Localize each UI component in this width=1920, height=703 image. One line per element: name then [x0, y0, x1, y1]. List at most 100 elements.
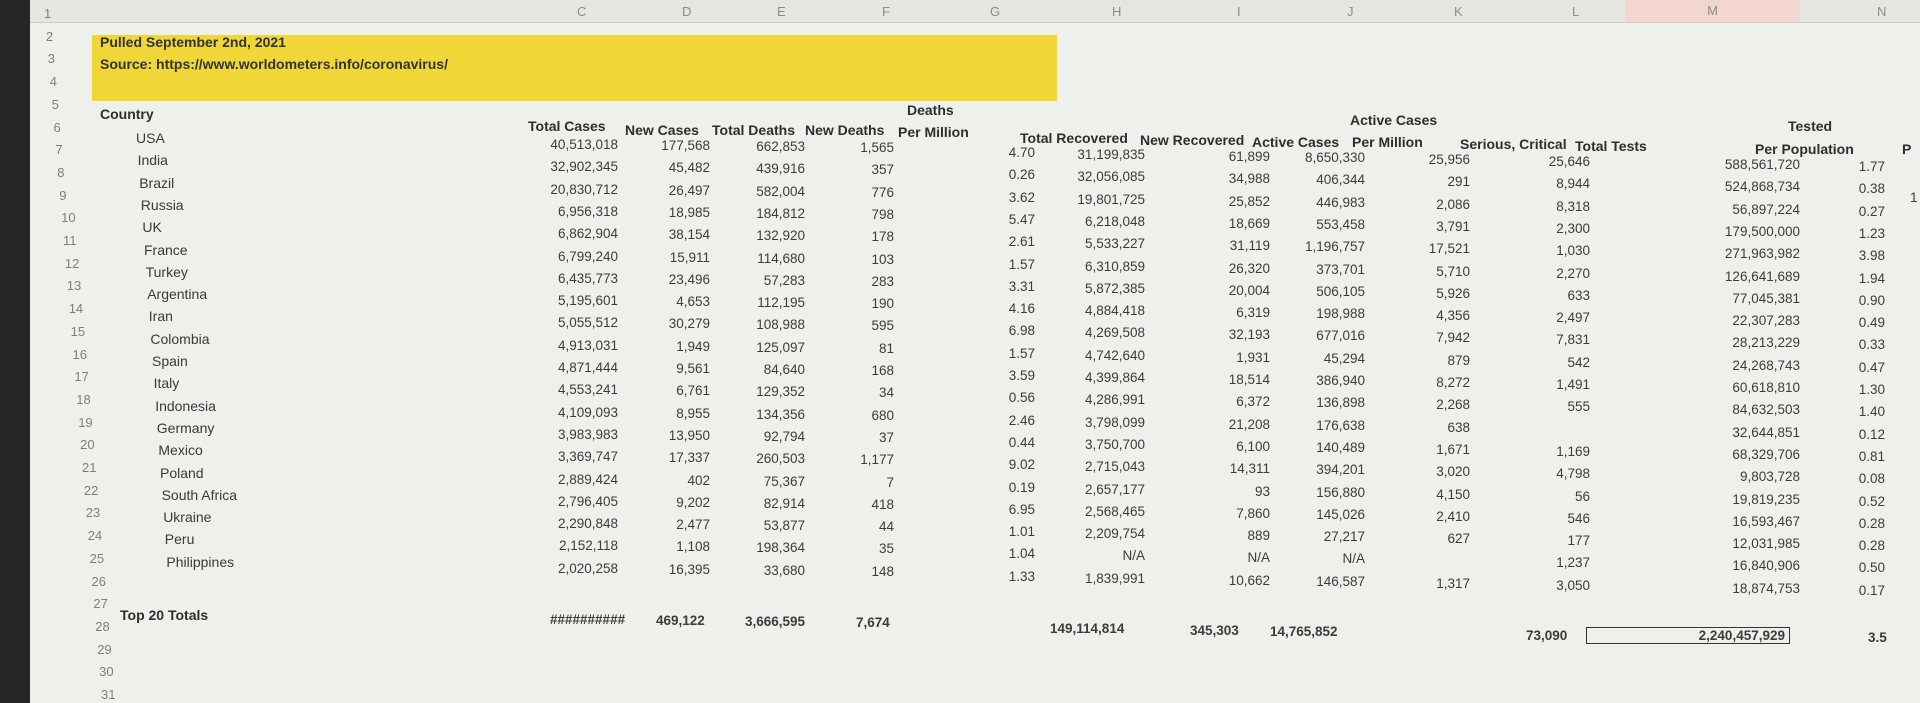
- cell-new-recovered[interactable]: 6,100: [1190, 439, 1270, 454]
- column-letter-d[interactable]: D: [682, 4, 691, 19]
- cell-total-recovered[interactable]: 4,269,508: [1065, 325, 1145, 340]
- cell-dpm[interactable]: 5.47: [955, 212, 1035, 227]
- cell-dpm[interactable]: 9.02: [955, 457, 1035, 472]
- cell-new-deaths[interactable]: 168: [814, 363, 894, 378]
- cell-active[interactable]: 394,201: [1285, 462, 1365, 477]
- cell-new-recovered[interactable]: 32,193: [1190, 327, 1270, 342]
- cell-new-deaths[interactable]: 595: [814, 318, 894, 333]
- cell-dpm[interactable]: 0.44: [955, 435, 1035, 450]
- cell-new-deaths[interactable]: 7: [814, 475, 894, 490]
- row-number[interactable]: 25: [90, 551, 120, 566]
- cell-tested-pop[interactable]: 0.27: [1805, 204, 1885, 219]
- cell-tests[interactable]: 9,803,728: [1720, 469, 1800, 484]
- cell-tests[interactable]: 77,045,381: [1720, 291, 1800, 306]
- cell-total-recovered[interactable]: 4,399,864: [1065, 370, 1145, 385]
- cell-total-deaths[interactable]: 260,503: [725, 451, 805, 466]
- column-letter-k[interactable]: K: [1454, 4, 1463, 19]
- header-serious-critical[interactable]: Serious, Critical: [1460, 136, 1567, 152]
- cell-new-recovered[interactable]: 61,899: [1190, 149, 1270, 164]
- cell-country[interactable]: India: [138, 152, 168, 168]
- cell-serious[interactable]: 8,944: [1510, 176, 1590, 191]
- cell-serious[interactable]: 177: [1510, 533, 1590, 548]
- cell-total-recovered[interactable]: 32,056,085: [1065, 169, 1145, 184]
- row-number[interactable]: 19: [78, 415, 108, 430]
- cell-new-deaths[interactable]: 34: [814, 385, 894, 400]
- header-deaths-per-million-line2[interactable]: Per Million: [898, 124, 969, 140]
- cell-total-cases[interactable]: 4,553,241: [538, 382, 618, 397]
- cell-active[interactable]: 146,587: [1285, 574, 1365, 589]
- column-letter-i[interactable]: I: [1237, 4, 1241, 19]
- row-number[interactable]: 8: [57, 165, 87, 180]
- cell-tested-pop[interactable]: 0.52: [1805, 494, 1885, 509]
- cell-new-cases[interactable]: 2,477: [630, 517, 710, 532]
- cell-new-cases[interactable]: 4,653: [630, 294, 710, 309]
- cell-dpm[interactable]: 3.59: [955, 368, 1035, 383]
- cell-tested-pop[interactable]: 0.08: [1805, 471, 1885, 486]
- cell-serious[interactable]: 2,300: [1510, 221, 1590, 236]
- totals-active-cases[interactable]: 14,765,852: [1270, 624, 1338, 639]
- row-number[interactable]: 10: [61, 210, 91, 225]
- cell-active-pm[interactable]: 291: [1390, 174, 1470, 189]
- cell-new-deaths[interactable]: 37: [814, 430, 894, 445]
- cell-active-pm[interactable]: 3,020: [1390, 464, 1470, 479]
- row-number[interactable]: 26: [92, 574, 122, 589]
- cell-new-cases[interactable]: 16,395: [630, 562, 710, 577]
- cell-serious[interactable]: 2,497: [1510, 310, 1590, 325]
- cell-active-pm[interactable]: 2,410: [1390, 509, 1470, 524]
- cell-tests[interactable]: 12,031,985: [1720, 536, 1800, 551]
- cell-country[interactable]: France: [144, 242, 188, 258]
- row-number[interactable]: 20: [80, 437, 110, 452]
- cell-new-recovered[interactable]: N/A: [1190, 550, 1270, 565]
- header-total-recovered[interactable]: Total Recovered: [1020, 130, 1128, 146]
- header-deaths-per-million-line1[interactable]: Deaths: [907, 102, 954, 118]
- header-active-per-million-line2[interactable]: Per Million: [1352, 134, 1423, 150]
- cell-new-deaths[interactable]: 776: [814, 185, 894, 200]
- cell-new-cases[interactable]: 15,911: [630, 250, 710, 265]
- row-number[interactable]: 31: [101, 687, 131, 702]
- cell-tests[interactable]: 24,268,743: [1720, 358, 1800, 373]
- cell-total-deaths[interactable]: 129,352: [725, 384, 805, 399]
- header-active-per-million-line1[interactable]: Active Cases: [1350, 112, 1437, 128]
- cell-dpm[interactable]: 2.61: [955, 234, 1035, 249]
- source-url[interactable]: Source: https://www.worldometers.info/co…: [100, 56, 448, 72]
- cell-tests[interactable]: 18,874,753: [1720, 581, 1800, 596]
- cell-active[interactable]: 373,701: [1285, 262, 1365, 277]
- cell-total-cases[interactable]: 6,956,318: [538, 204, 618, 219]
- cell-active[interactable]: 176,638: [1285, 418, 1365, 433]
- cell-total-deaths[interactable]: 108,988: [725, 317, 805, 332]
- cell-tested-pop[interactable]: 1.40: [1805, 404, 1885, 419]
- cell-tests[interactable]: 68,329,706: [1720, 447, 1800, 462]
- cell-total-deaths[interactable]: 132,920: [725, 228, 805, 243]
- cell-new-recovered[interactable]: 26,320: [1190, 261, 1270, 276]
- cell-active[interactable]: 136,898: [1285, 395, 1365, 410]
- cell-total-recovered[interactable]: N/A: [1065, 548, 1145, 563]
- cell-country[interactable]: Russia: [141, 197, 184, 213]
- cell-total-deaths[interactable]: 114,680: [725, 251, 805, 266]
- cell-total-deaths[interactable]: 582,004: [725, 184, 805, 199]
- cell-dpm[interactable]: 0.56: [955, 390, 1035, 405]
- cell-new-recovered[interactable]: 93: [1190, 484, 1270, 499]
- cell-tested-pop[interactable]: 1.94: [1805, 271, 1885, 286]
- cell-country[interactable]: South Africa: [162, 487, 238, 503]
- cell-tested-pop[interactable]: 3.98: [1805, 248, 1885, 263]
- cell-country[interactable]: Colombia: [150, 331, 209, 347]
- cell-active[interactable]: 45,294: [1285, 351, 1365, 366]
- cell-new-cases[interactable]: 13,950: [630, 428, 710, 443]
- cell-new-recovered[interactable]: 21,208: [1190, 417, 1270, 432]
- cell-new-recovered[interactable]: 18,514: [1190, 372, 1270, 387]
- row-number[interactable]: 24: [88, 528, 118, 543]
- cell-country[interactable]: Poland: [160, 465, 204, 481]
- row-number[interactable]: 15: [71, 324, 101, 339]
- cell-serious[interactable]: 546: [1510, 511, 1590, 526]
- cell-new-deaths[interactable]: 35: [814, 541, 894, 556]
- cell-active[interactable]: 386,940: [1285, 373, 1365, 388]
- cell-tested-pop[interactable]: 0.81: [1805, 449, 1885, 464]
- cell-tested-pop[interactable]: 1.23: [1805, 226, 1885, 241]
- cell-new-cases[interactable]: 402: [630, 473, 710, 488]
- cell-total-cases[interactable]: 4,871,444: [538, 360, 618, 375]
- cell-new-cases[interactable]: 1,108: [630, 539, 710, 554]
- cell-serious[interactable]: 1,237: [1510, 555, 1590, 570]
- cell-tested-pop[interactable]: 0.49: [1805, 315, 1885, 330]
- row-number[interactable]: 11: [63, 233, 93, 248]
- cell-new-deaths[interactable]: 418: [814, 497, 894, 512]
